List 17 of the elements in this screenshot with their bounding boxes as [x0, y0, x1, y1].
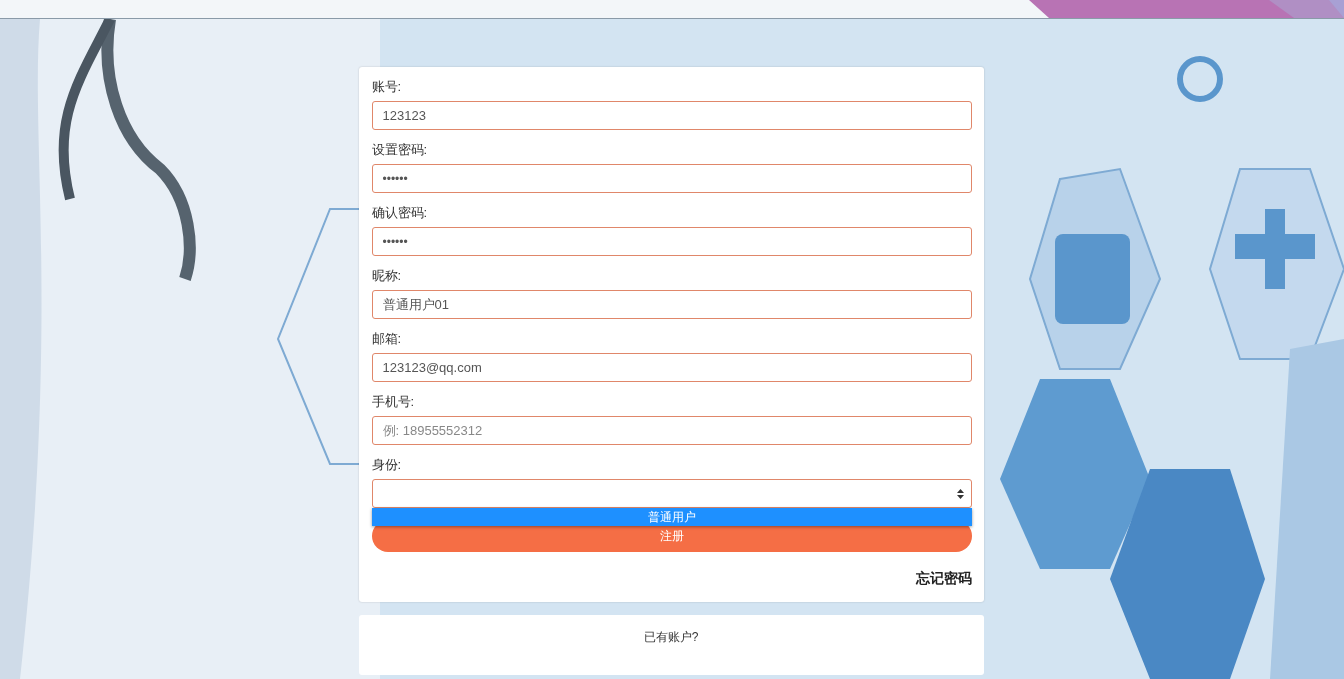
sort-arrows-icon [956, 488, 964, 499]
forgot-password-link[interactable]: 忘记密码 [915, 570, 972, 588]
password-field[interactable]: •••••• [371, 227, 972, 256]
field-label: 账号: [371, 79, 403, 95]
field-label: 昵称: [371, 268, 403, 284]
field-label: 手机号: [371, 394, 416, 410]
input-field[interactable]: 普通用户01 [371, 290, 972, 319]
field-label: 身份: [371, 457, 403, 473]
input-field[interactable]: 例: 18955552312 [371, 416, 972, 445]
field-label: 确认密码: [371, 205, 429, 221]
password-field[interactable]: •••••• [371, 164, 972, 193]
login-prompt: 已有账户? [643, 629, 699, 646]
input-field[interactable]: 123123@qq.com [371, 353, 972, 382]
field-label: 设置密码: [371, 142, 429, 158]
field-label: 邮箱: [371, 331, 403, 347]
input-field[interactable]: 123123 [371, 101, 972, 130]
select-field[interactable] [371, 479, 972, 508]
